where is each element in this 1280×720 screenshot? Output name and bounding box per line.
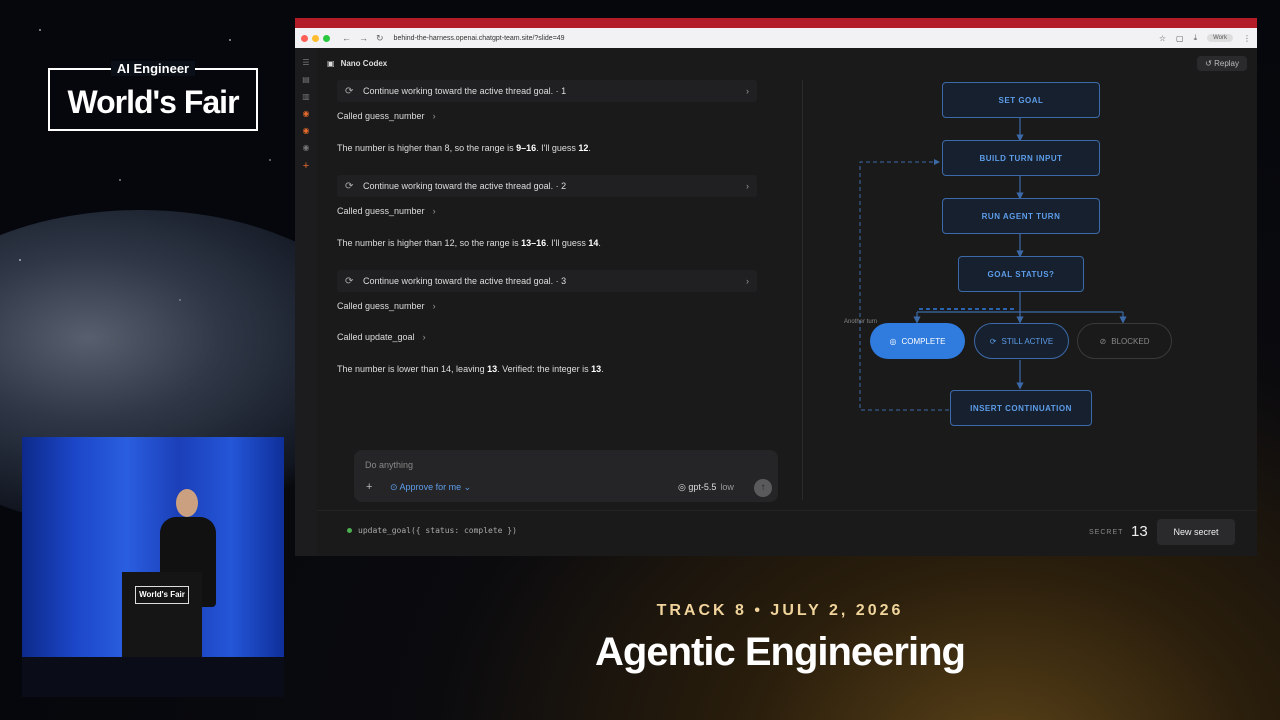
approval-mode-dropdown[interactable]: ⊙ Approve for me ⌄: [390, 482, 471, 493]
sidebar-icon-3[interactable]: ▥: [302, 92, 310, 101]
sidebar-icon-2[interactable]: ▤: [302, 75, 310, 84]
reload-icon[interactable]: ↻: [376, 33, 384, 44]
address-bar: ← → ↻ behind-the-harness.openai.chatgpt-…: [295, 28, 1257, 48]
app-header: ▣ Nano Codex ↺ Replay: [317, 48, 1257, 78]
talk-title: Agentic Engineering: [595, 630, 966, 674]
transcript: ⟳ Continue working toward the active thr…: [337, 80, 782, 500]
node-build-turn-input: BUILD TURN INPUT: [942, 140, 1100, 176]
track-line: TRACK 8 • JULY 2, 2026: [656, 602, 904, 619]
sidebar-icon-5[interactable]: ◉: [303, 126, 310, 135]
nano-codex-app: ▣ Nano Codex ↺ Replay ⟳ Continue working…: [317, 48, 1257, 556]
speaker-camera: World's Fair: [22, 437, 284, 697]
send-button[interactable]: ↑: [754, 479, 772, 497]
check-circle-icon: ◎: [889, 336, 897, 346]
chevron-right-icon: ›: [422, 332, 426, 342]
sidebar-icon-6[interactable]: ◉: [303, 143, 310, 152]
chevron-right-icon: ›: [746, 86, 749, 96]
prompt-input[interactable]: Do anything: [365, 460, 413, 470]
browser-window: ← → ↻ behind-the-harness.openai.chatgpt-…: [295, 18, 1257, 556]
refresh-icon: ⟳: [345, 85, 354, 97]
refresh-icon: ⟳: [989, 336, 997, 346]
podium-label: World's Fair: [135, 586, 189, 604]
new-secret-button[interactable]: New secret: [1157, 519, 1235, 545]
state-complete: ◎ COMPLETE: [870, 323, 965, 359]
attach-button[interactable]: +: [366, 481, 372, 493]
node-run-agent-turn: RUN AGENT TURN: [942, 198, 1100, 234]
chevron-right-icon: ›: [432, 301, 436, 311]
bookmark-star-icon[interactable]: ☆: [1159, 34, 1166, 43]
close-window-button[interactable]: [301, 34, 308, 42]
profile-button[interactable]: Work: [1207, 34, 1233, 42]
node-insert-continuation: INSERT CONTINUATION: [950, 390, 1092, 426]
forward-icon[interactable]: →: [359, 33, 368, 43]
chevron-right-icon: ›: [746, 181, 749, 191]
stage: AI Engineer World's Fair World's Fair TR…: [0, 0, 1280, 720]
state-blocked: ⊘ BLOCKED: [1077, 323, 1172, 359]
extensions-icon[interactable]: ▢: [1176, 34, 1184, 43]
logo-top-text: AI Engineer: [110, 61, 196, 76]
worlds-fair-logo: AI Engineer World's Fair: [48, 61, 258, 131]
url-field[interactable]: behind-the-harness.openai.chatgpt-team.s…: [394, 35, 565, 42]
assistant-message-3: The number is lower than 14, leaving 13.…: [337, 364, 604, 374]
status-bar: update_goal({ status: complete }) SECRET…: [317, 510, 1257, 556]
chevron-right-icon: ›: [432, 111, 436, 121]
chevron-right-icon: ›: [746, 276, 749, 286]
minimize-window-button[interactable]: [312, 34, 319, 42]
model-selector[interactable]: ◎ gpt-5.5 low: [678, 482, 734, 493]
assistant-message-1: The number is higher than 8, so the rang…: [337, 143, 591, 153]
replay-button[interactable]: ↺ Replay: [1197, 55, 1247, 71]
back-icon[interactable]: ←: [342, 33, 351, 43]
state-still-active: ⟳ STILL ACTIVE: [974, 323, 1069, 359]
sidebar-icon-1[interactable]: ☰: [302, 58, 309, 67]
thread-goal-row-3[interactable]: ⟳ Continue working toward the active thr…: [337, 270, 757, 292]
called-row-3[interactable]: Called guess_number ›: [337, 301, 757, 311]
refresh-icon: ⟳: [345, 275, 354, 287]
blocked-icon: ⊘: [1099, 336, 1107, 346]
zoom-window-button[interactable]: [323, 34, 330, 42]
last-command: update_goal({ status: complete }): [347, 526, 517, 535]
download-icon[interactable]: ⤓: [1194, 33, 1198, 43]
pane-divider[interactable]: [802, 80, 803, 500]
status-dot: [347, 528, 352, 533]
thread-goal-row-2[interactable]: ⟳ Continue working toward the active thr…: [337, 175, 757, 197]
app-name: Nano Codex: [340, 58, 388, 68]
secret-label: SECRET: [1089, 529, 1124, 536]
sidebar-icon-4[interactable]: ◉: [303, 109, 310, 118]
called-row-4[interactable]: Called update_goal ›: [337, 332, 757, 342]
browser-sidebar: ☰ ▤ ▥ ◉ ◉ ◉ +: [295, 48, 317, 556]
goal-flow-diagram: SET GOAL BUILD TURN INPUT RUN AGENT TURN…: [809, 80, 1234, 500]
called-row-2[interactable]: Called guess_number ›: [337, 206, 757, 216]
chevron-right-icon: ›: [432, 206, 436, 216]
refresh-icon: ⟳: [345, 180, 354, 192]
composer: Do anything + ⊙ Approve for me ⌄ ◎ gpt-5…: [354, 450, 778, 502]
tab-bar[interactable]: [295, 18, 1257, 28]
app-icon: ▣: [327, 58, 335, 68]
sidebar-add-icon[interactable]: +: [303, 160, 309, 172]
assistant-message-2: The number is higher than 12, so the ran…: [337, 238, 601, 248]
secret-value: 13: [1131, 523, 1148, 540]
called-row-1[interactable]: Called guess_number ›: [337, 111, 757, 121]
logo-main-text: World's Fair: [67, 84, 239, 120]
browser-menu-icon[interactable]: ⋮: [1243, 34, 1251, 43]
thread-goal-row-1[interactable]: ⟳ Continue working toward the active thr…: [337, 80, 757, 102]
node-goal-status: GOAL STATUS?: [958, 256, 1084, 292]
another-turn-label: Another turn: [844, 319, 878, 325]
node-set-goal: SET GOAL: [942, 82, 1100, 118]
